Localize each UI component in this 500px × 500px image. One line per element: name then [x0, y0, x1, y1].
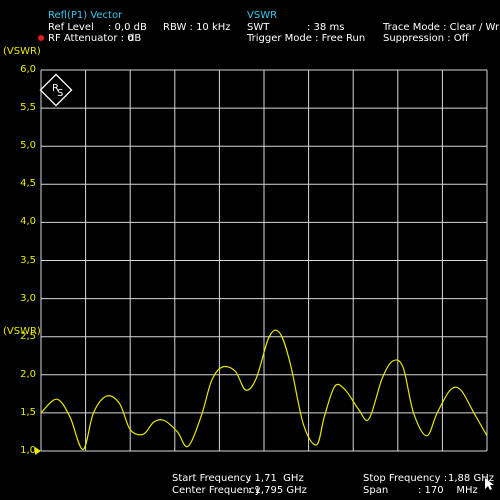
start-frequency-label: Start Frequency: [172, 473, 252, 484]
stop-frequency-label: Stop Frequency :: [363, 473, 448, 484]
cursor-icon: [484, 478, 494, 490]
reference-marker-icon: [35, 447, 41, 455]
start-frequency-value: : 1,71 GHz: [248, 473, 304, 484]
center-frequency-value: : 1,795 GHz: [248, 485, 307, 496]
vswr-plot: R S: [35, 69, 488, 455]
span-value: : 170 MHz: [418, 485, 478, 496]
rs-logo-icon: R S: [39, 73, 73, 107]
span-label: Span: [363, 485, 389, 496]
plot-grid: [40, 69, 488, 452]
rs-logo-letter-s: S: [57, 88, 63, 99]
